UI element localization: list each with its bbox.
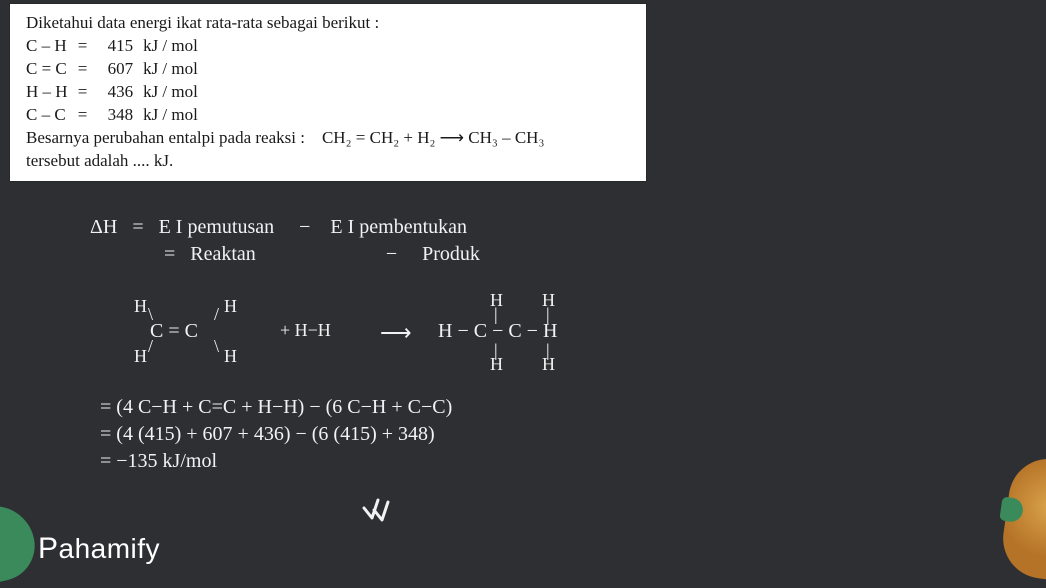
reactant-label: Reaktan xyxy=(190,243,256,265)
product-label: Produk xyxy=(422,243,480,265)
bond-value: 436 xyxy=(98,81,138,104)
calc-line-2: = (4 (415) + 607 + 436) − (6 (415) + 348… xyxy=(100,423,452,446)
atom-h: H xyxy=(542,354,555,375)
bond-label: C = C xyxy=(26,58,72,81)
table-row: H – H = 436 kJ / mol xyxy=(26,81,202,104)
bond-equals: = xyxy=(72,58,98,81)
problem-card: Diketahui data energi ikat rata-rata seb… xyxy=(10,4,646,181)
atom-h: H xyxy=(490,354,503,375)
bond-value: 607 xyxy=(98,58,138,81)
arrow-icon: ⟶ xyxy=(380,320,412,346)
atom-h: H xyxy=(224,346,237,367)
bond-equals: = xyxy=(72,104,98,127)
reaction-text: CH₂ = CH₂ + H₂ ⟶ CH₃ – CH₃ xyxy=(322,128,544,147)
bond-value: 348 xyxy=(98,104,138,127)
atom-h: H xyxy=(134,296,147,317)
right-core: H − C − C − H xyxy=(438,320,557,343)
bond-unit: kJ / mol xyxy=(137,35,202,58)
brand-logo: Pahamify xyxy=(38,532,160,566)
bond-equals: = xyxy=(72,81,98,104)
bond-value: 415 xyxy=(98,35,138,58)
bond-energy-table: C – H = 415 kJ / mol C = C = 607 kJ / mo… xyxy=(26,35,202,127)
problem-intro: Diketahui data energi ikat rata-rata seb… xyxy=(26,12,630,35)
table-row: C – H = 415 kJ / mol xyxy=(26,35,202,58)
energy-breaking-label: E I pemutusan xyxy=(159,216,275,238)
left-core: C = C xyxy=(150,320,198,343)
atom-h: H xyxy=(134,346,147,367)
minus-sign: − xyxy=(386,243,397,265)
problem-question-line: Besarnya perubahan entalpi pada reaksi :… xyxy=(26,127,630,150)
bond-unit: kJ / mol xyxy=(137,104,202,127)
minus-sign: − xyxy=(299,216,310,238)
energy-forming-label: E I pembentukan xyxy=(330,216,467,238)
table-row: C = C = 607 kJ / mol xyxy=(26,58,202,81)
brand-text: ahamify xyxy=(59,533,161,564)
plus-hh: + H−H xyxy=(280,320,331,341)
bond-label: H – H xyxy=(26,81,72,104)
bond-equals: = xyxy=(72,35,98,58)
equals-sign: = xyxy=(164,243,175,265)
question-end: tersebut adalah .... kJ. xyxy=(26,150,630,173)
decorative-accent-left xyxy=(0,499,41,586)
delta-h-label: ΔH xyxy=(90,216,117,238)
bond-unit: kJ / mol xyxy=(137,58,202,81)
solution-definition-block: ΔH = E I pemutusan − E I pembentukan = R… xyxy=(90,216,890,270)
calc-line-3: = −135 kJ/mol xyxy=(100,450,452,473)
equals-sign: = xyxy=(132,216,143,238)
question-start: Besarnya perubahan entalpi pada reaksi : xyxy=(26,128,305,147)
calc-line-1: = (4 C−H + C=C + H−H) − (6 C−H + C−C) xyxy=(100,396,452,419)
bond-label: C – H xyxy=(26,35,72,58)
solution-row: ΔH = E I pemutusan − E I pembentukan xyxy=(90,216,890,239)
atom-h: H xyxy=(224,296,237,317)
decorative-accent-right xyxy=(998,454,1046,583)
table-row: C – C = 348 kJ / mol xyxy=(26,104,202,127)
bond-unit: kJ / mol xyxy=(137,81,202,104)
structural-reaction-block: H H C = C H H \ / / \ + H−H ⟶ H H | | H … xyxy=(90,290,830,382)
solution-row: = Reaktan − Produk xyxy=(90,243,890,266)
bond-label: C – C xyxy=(26,104,72,127)
double-check-icon xyxy=(360,488,400,533)
calculation-block: = (4 C−H + C=C + H−H) − (6 C−H + C−C) = … xyxy=(100,396,452,477)
